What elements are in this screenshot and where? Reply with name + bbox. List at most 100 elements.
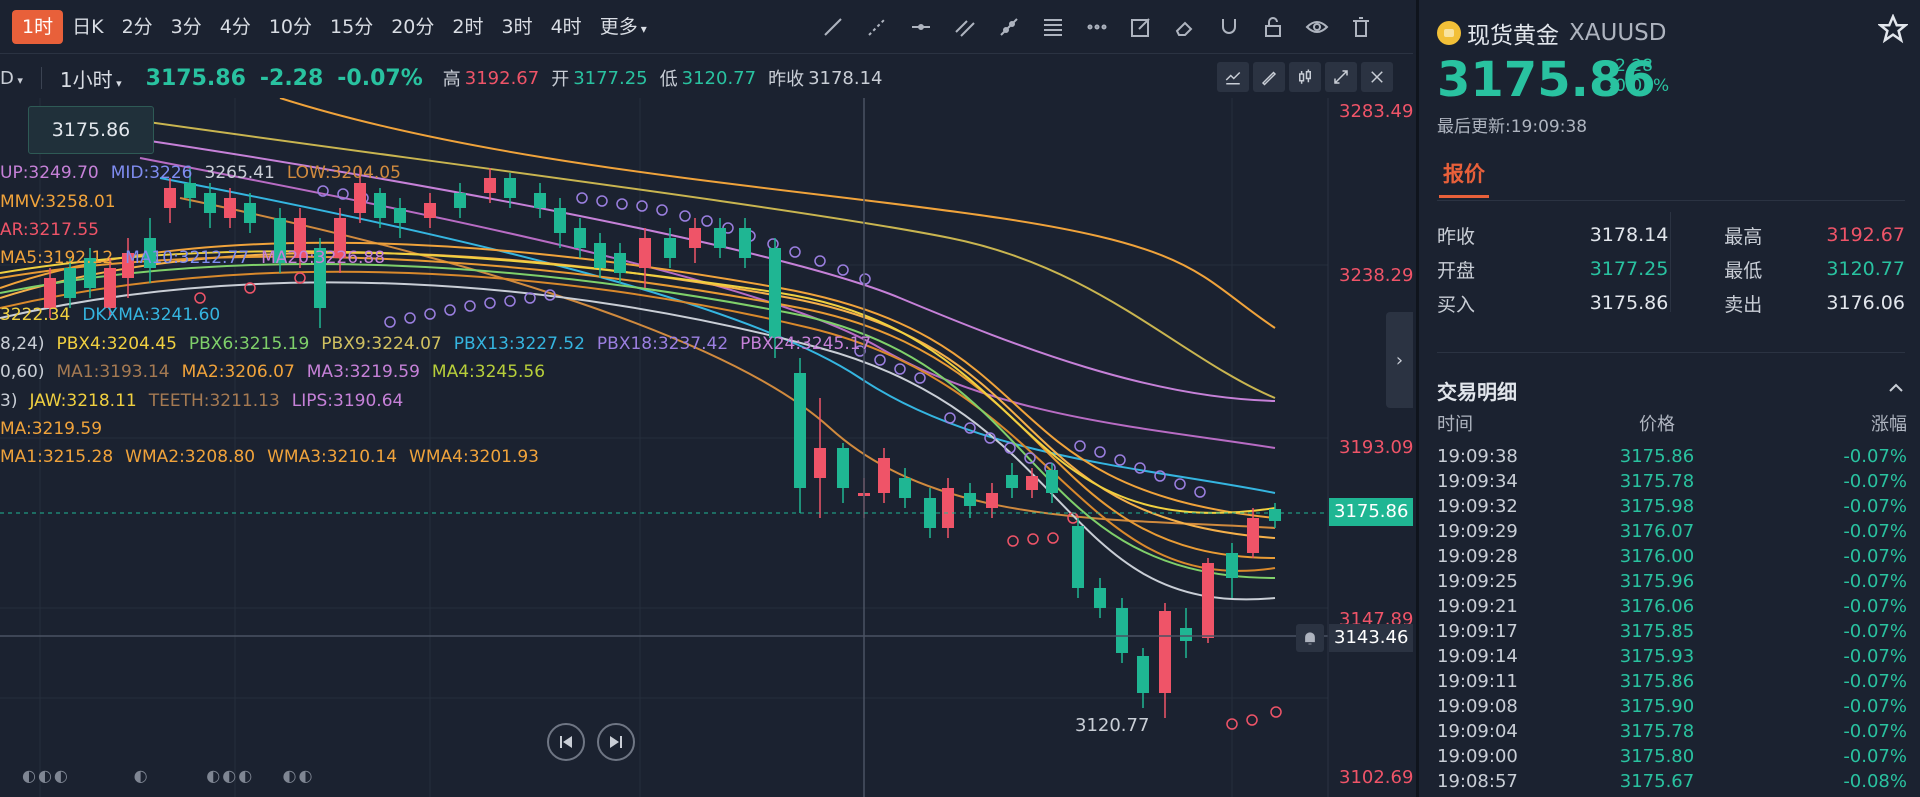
candle-body [484, 178, 496, 193]
candle-body [204, 193, 216, 213]
trade-change: -0.07% [1843, 621, 1907, 642]
legend-dkx-value: 3222.34 [0, 305, 71, 325]
legend-wma4: WMA4:3201.93 [409, 447, 539, 467]
candle-body [244, 203, 256, 223]
chevron-up-icon[interactable] [1886, 378, 1906, 398]
eye-icon[interactable] [1295, 7, 1339, 47]
scroll-back-button[interactable] [547, 723, 585, 761]
candle-up [689, 218, 701, 263]
trade-change: -0.07% [1843, 596, 1907, 617]
eraser-icon[interactable] [1163, 7, 1207, 47]
unlock-icon[interactable] [1251, 7, 1295, 47]
candle-body [1269, 509, 1281, 521]
candle-down [1269, 503, 1281, 528]
favorite-star-icon[interactable] [1876, 13, 1910, 46]
horizontal-line-icon[interactable] [899, 7, 943, 47]
chart-area[interactable]: 1时 日K 2分 3分 4分 10分 15分 20分 2时 3时 4时 更多 D [0, 0, 1413, 797]
legend-mmv: MMV:3258.01 [0, 192, 128, 212]
candle-body [1202, 563, 1214, 638]
candle-body [504, 178, 516, 198]
table-row: 19:09:32 3175.98 -0.07% [1437, 494, 1907, 519]
candle-body [1094, 588, 1106, 608]
timeframe-daily[interactable]: 日K [63, 10, 112, 44]
trade-time: 19:09:34 [1437, 471, 1518, 492]
legend-pbx9: PBX9:3224.07 [321, 334, 442, 354]
legend-ma3: MA3:3219.59 [306, 362, 420, 382]
timeframe-4h[interactable]: 4时 [542, 10, 591, 44]
timeframe-2m[interactable]: 2分 [113, 10, 162, 44]
high-label: 高 [442, 69, 461, 90]
candle-down [394, 198, 406, 238]
sar-dot [837, 264, 849, 276]
trade-change: -0.07% [1843, 446, 1907, 467]
indicator-icon[interactable] [1217, 62, 1249, 92]
sar-dot [294, 272, 306, 284]
low-marker-label: 3120.77 [1075, 715, 1150, 736]
last-updated: 最后更新:19:09:38 [1437, 117, 1588, 137]
fullscreen-icon[interactable] [1325, 62, 1357, 92]
parallel-channel-icon[interactable] [943, 7, 987, 47]
tab-indicator [1439, 195, 1489, 198]
ray-icon[interactable] [855, 7, 899, 47]
timeframe-3m[interactable]: 3分 [162, 10, 211, 44]
table-row: 19:09:04 3175.78 -0.07% [1437, 719, 1907, 744]
quote-value: 3176.06 [1826, 292, 1905, 314]
sar-dot [701, 215, 713, 227]
legend-dkx: 3222.34 DKXMA:3241.60 [0, 305, 232, 325]
timeframe-4m[interactable]: 4分 [211, 10, 260, 44]
segment-icon[interactable] [987, 7, 1031, 47]
more-timeframes-dropdown[interactable]: 更多 [591, 10, 656, 44]
magnet-icon[interactable] [1207, 7, 1251, 47]
legend-alligator-params: 3) [0, 391, 18, 411]
trade-time: 19:09:14 [1437, 646, 1518, 667]
interval-selector[interactable]: 1小时 [60, 64, 122, 93]
sar-dot [484, 297, 496, 309]
trade-change: -0.07% [1843, 471, 1907, 492]
timeframe-10m[interactable]: 10分 [260, 10, 321, 44]
trade-change: -0.07% [1843, 696, 1907, 717]
candle-body [44, 278, 56, 308]
trade-price: 3176.06 [1619, 596, 1695, 617]
draw-icon[interactable] [1253, 62, 1285, 92]
more-tools-icon[interactable] [1075, 7, 1119, 47]
tab-quote[interactable]: 报价 [1443, 158, 1485, 188]
trades-header: 时间 价格 涨幅 [1437, 410, 1907, 436]
candle-style-icon[interactable] [1289, 62, 1321, 92]
timeframe-toolbar: 1时 日K 2分 3分 4分 10分 15分 20分 2时 3时 4时 更多 [0, 0, 1413, 54]
close-icon[interactable] [1361, 62, 1393, 92]
candle-body [1026, 476, 1038, 490]
timeframe-3h[interactable]: 3时 [493, 10, 542, 44]
candle-down [574, 218, 586, 258]
trade-price: 3175.93 [1619, 646, 1695, 667]
legend-up: UP:3249.70 [0, 163, 99, 183]
quote-panel: 现货黄金 XAUUSD 3175.86 -2.28 -0.07% 最后更新:19… [1416, 0, 1920, 797]
legend-ma-group: 0,60) MA1:3193.14 MA2:3206.07 MA3:3219.59 MA… [0, 362, 557, 382]
trend-line-icon[interactable] [811, 7, 855, 47]
trades-list: 19:09:38 3175.86 -0.07% 19:09:34 3175.78 -0.0… [1437, 444, 1907, 794]
fibonacci-icon[interactable] [1031, 7, 1075, 47]
legend-ma-params: 0,60) [0, 362, 45, 382]
panel-toggle-chevron-icon[interactable]: › [1386, 312, 1413, 408]
timeframe-15m[interactable]: 15分 [321, 10, 382, 44]
candle-up [1026, 468, 1038, 498]
edit-icon[interactable] [1119, 7, 1163, 47]
alert-bell-icon[interactable] [1296, 624, 1324, 652]
legend-wma3: WMA3:3210.14 [267, 447, 398, 467]
scroll-forward-button[interactable] [597, 723, 635, 761]
timeframe-2h[interactable]: 2时 [443, 10, 492, 44]
legend-teeth: TEETH:3211.13 [148, 391, 280, 411]
timeframe-1h[interactable]: 1时 [12, 9, 64, 44]
candle-body [714, 228, 726, 248]
divider [40, 67, 42, 89]
quote-value: 3175.86 [1589, 292, 1669, 314]
trash-icon[interactable] [1339, 7, 1383, 47]
candle-up [122, 238, 134, 298]
candle-body [664, 238, 676, 258]
sar-dot [914, 372, 926, 384]
quote-value: 3177.25 [1589, 258, 1669, 280]
candle-body [354, 183, 366, 213]
timeframe-20m[interactable]: 20分 [382, 10, 443, 44]
symbol-selector[interactable]: D [0, 68, 23, 89]
legend-pbx4: PBX4:3204.45 [56, 334, 177, 354]
quote-label: 买入 [1437, 293, 1476, 316]
